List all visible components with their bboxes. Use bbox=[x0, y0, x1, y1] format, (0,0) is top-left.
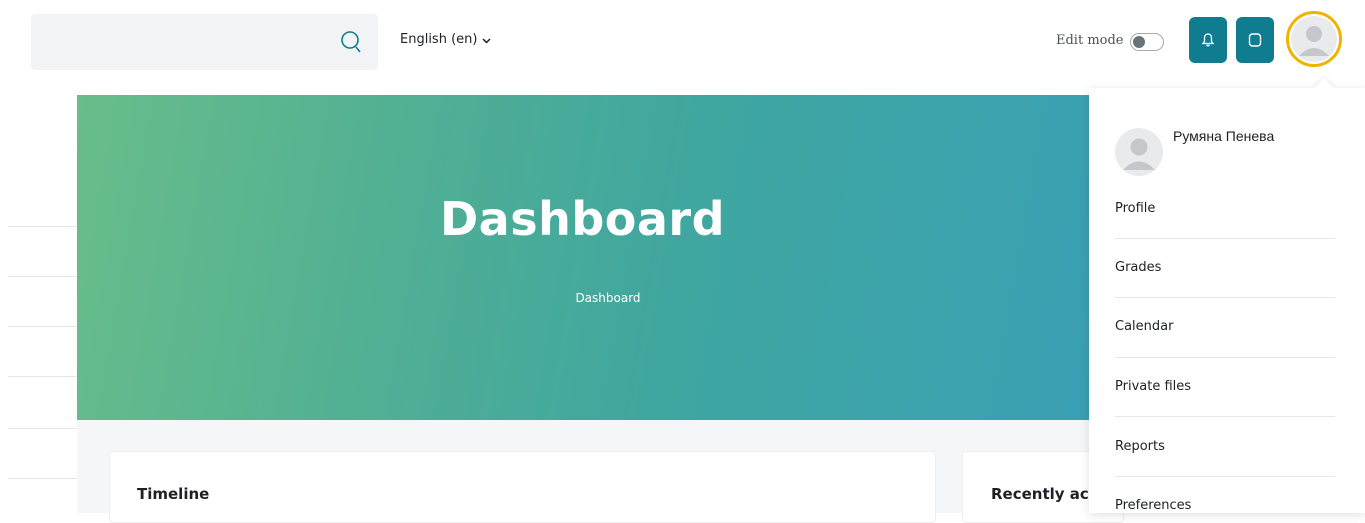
menu-divider bbox=[1115, 297, 1335, 298]
menu-item-grades[interactable]: Grades bbox=[1115, 260, 1335, 275]
user-info: Румяна Пенева bbox=[1115, 128, 1355, 178]
user-name: Румяна Пенева bbox=[1173, 128, 1275, 144]
search-icon[interactable] bbox=[340, 29, 362, 55]
user-avatar-icon bbox=[1291, 16, 1337, 62]
menu-item-profile[interactable]: Profile bbox=[1115, 201, 1335, 216]
menu-item-calendar[interactable]: Calendar bbox=[1115, 319, 1335, 334]
dashboard-banner bbox=[77, 95, 1090, 420]
edit-mode-toggle[interactable] bbox=[1129, 33, 1164, 51]
toggle-knob bbox=[1132, 36, 1145, 48]
recent-items-title: Recently acc bbox=[991, 485, 1089, 503]
chat-bubble-icon bbox=[1248, 33, 1262, 47]
menu-item-reports[interactable]: Reports bbox=[1115, 439, 1335, 454]
sidebar-divider bbox=[8, 276, 78, 277]
language-menu[interactable]: English (en) bbox=[400, 32, 491, 47]
timeline-title: Timeline bbox=[137, 485, 210, 503]
language-label: English (en) bbox=[400, 32, 478, 47]
user-menu-dropdown: Румяна Пенева Profile Grades Calendar Pr… bbox=[1089, 78, 1365, 513]
messages-button[interactable] bbox=[1236, 17, 1274, 63]
user-avatar-icon bbox=[1115, 128, 1163, 176]
edit-mode-control: Edit mode bbox=[1056, 30, 1164, 51]
sidebar-divider bbox=[8, 428, 78, 429]
breadcrumb[interactable]: Dashboard bbox=[0, 291, 1216, 305]
page-title: Dashboard bbox=[439, 192, 726, 246]
timeline-block bbox=[109, 451, 936, 523]
chevron-down-icon bbox=[482, 37, 491, 44]
menu-item-private-files[interactable]: Private files bbox=[1115, 379, 1335, 394]
menu-divider bbox=[1115, 476, 1335, 477]
dropdown-caret bbox=[1314, 78, 1334, 98]
bell-icon bbox=[1201, 33, 1215, 47]
sidebar-divider bbox=[8, 326, 78, 327]
menu-divider bbox=[1115, 357, 1335, 358]
user-menu-toggle[interactable] bbox=[1286, 11, 1342, 67]
sidebar-divider bbox=[8, 376, 78, 377]
notifications-button[interactable] bbox=[1189, 17, 1227, 63]
search-input[interactable] bbox=[31, 14, 378, 70]
sidebar-divider bbox=[8, 478, 78, 479]
menu-divider bbox=[1115, 416, 1335, 417]
edit-mode-label: Edit mode bbox=[1056, 33, 1124, 48]
menu-item-preferences[interactable]: Preferences bbox=[1115, 498, 1335, 513]
menu-divider bbox=[1115, 238, 1335, 239]
